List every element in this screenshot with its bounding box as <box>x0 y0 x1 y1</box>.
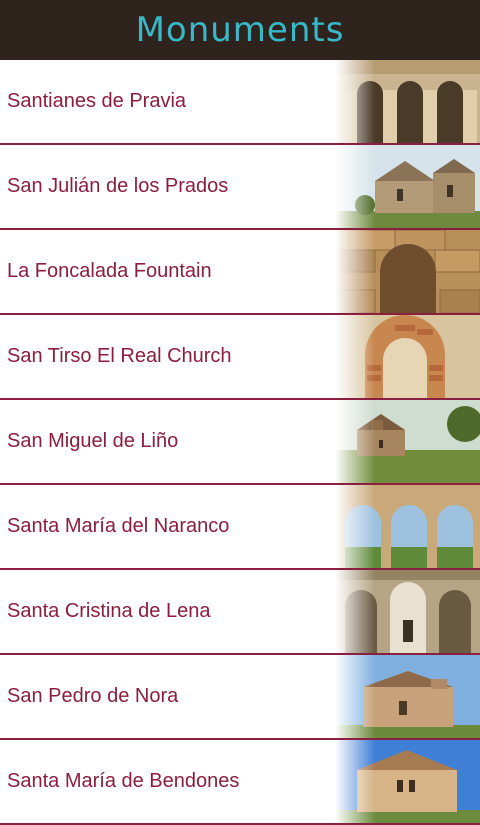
monument-name: Santa Cristina de Lena <box>7 600 211 622</box>
monument-name: Santa María de Bendones <box>7 770 240 792</box>
list-item[interactable]: La Foncalada Fountain <box>0 230 480 315</box>
arcade-view-icon <box>335 485 480 568</box>
list-item[interactable]: San Miguel de Liño <box>0 400 480 485</box>
monument-name: San Pedro de Nora <box>7 685 179 707</box>
monument-name: La Foncalada Fountain <box>7 260 212 282</box>
monument-name: Santianes de Pravia <box>7 90 187 112</box>
page-title: Monuments <box>135 10 345 50</box>
fountain-stone-icon <box>335 230 480 313</box>
monument-name: San Tirso El Real Church <box>7 345 232 367</box>
church-interior-icon <box>335 570 480 653</box>
list-item[interactable]: Santianes de Pravia <box>0 60 480 145</box>
list-item[interactable]: Santa María de Bendones <box>0 740 480 825</box>
church-blue-sky-icon <box>335 740 480 823</box>
monument-name: San Julián de los Prados <box>7 175 229 197</box>
arches-stone-icon <box>335 60 480 143</box>
church-hill-icon <box>335 400 480 483</box>
app-header: Monuments <box>0 0 480 60</box>
church-sky-icon <box>335 655 480 738</box>
list-item[interactable]: San Tirso El Real Church <box>0 315 480 400</box>
brick-arch-icon <box>335 315 480 398</box>
monument-list: Santianes de Pravia San Julián de los Pr… <box>0 60 480 825</box>
monument-name: San Miguel de Liño <box>7 430 179 452</box>
list-item[interactable]: Santa Cristina de Lena <box>0 570 480 655</box>
list-item[interactable]: San Pedro de Nora <box>0 655 480 740</box>
list-item[interactable]: Santa María del Naranco <box>0 485 480 570</box>
monument-name: Santa María del Naranco <box>7 515 230 537</box>
list-item[interactable]: San Julián de los Prados <box>0 145 480 230</box>
church-exterior-icon <box>335 145 480 228</box>
